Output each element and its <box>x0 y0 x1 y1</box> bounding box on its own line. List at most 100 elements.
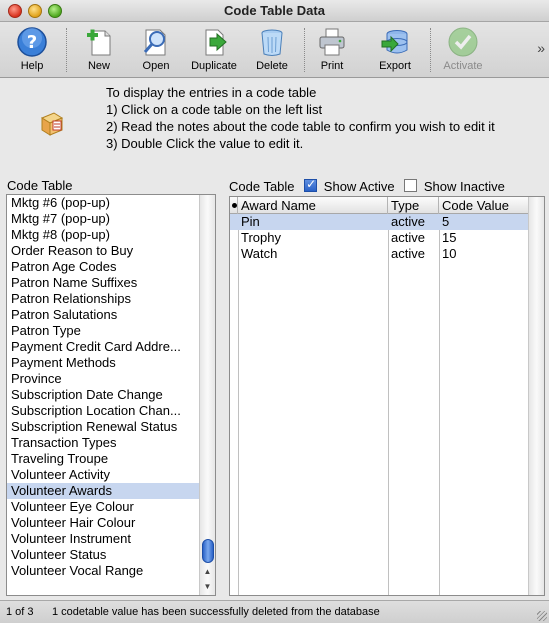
magnifier-icon <box>143 29 166 56</box>
code-table-label: Code Table <box>229 179 295 195</box>
status-message: 1 codetable value has been successfully … <box>52 606 380 618</box>
code-table-list[interactable]: Mktg #6 (pop-up) Mktg #7 (pop-up) Mktg #8 … <box>6 194 216 596</box>
scroll-up-arrow[interactable]: ▲ <box>200 565 215 579</box>
list-item[interactable]: Payment Credit Card Addre... <box>7 339 199 355</box>
list-item[interactable]: Order Reason to Buy <box>7 243 199 259</box>
open-button[interactable]: Open <box>126 24 186 76</box>
list-item[interactable]: Patron Type <box>7 323 199 339</box>
table-row[interactable]: Trophy active 15 <box>230 230 530 246</box>
code-table-list-title: Code Table <box>7 178 73 193</box>
page-indicator: 1 of 3 <box>6 606 34 618</box>
table-cell-name: Watch <box>241 246 278 261</box>
svg-text:?: ? <box>27 32 37 53</box>
new-button[interactable]: New <box>69 24 129 76</box>
activate-button[interactable]: Activate <box>433 24 493 76</box>
window-title: Code Table Data <box>224 3 325 18</box>
list-item[interactable]: Mktg #7 (pop-up) <box>7 211 199 227</box>
table-cell-value: 10 <box>442 246 457 261</box>
resize-grip-icon[interactable] <box>537 611 547 621</box>
table-cell-type: active <box>391 214 425 229</box>
code-table-scrollbar[interactable]: ▲ ▼ <box>199 195 215 595</box>
instruction-line: 1) Click on a code table on the left lis… <box>106 102 323 117</box>
column-header-code-value[interactable]: Code Value <box>439 197 530 214</box>
table-header: Award Name Type Code Value <box>230 197 530 214</box>
duplicate-icon <box>205 29 227 56</box>
table-cell-value: 15 <box>442 230 457 245</box>
list-item[interactable]: Province <box>7 371 199 387</box>
column-header-award-name[interactable]: Award Name <box>238 197 388 214</box>
list-item[interactable]: Volunteer Vocal Range <box>7 563 199 579</box>
table-row[interactable]: Watch active 10 <box>230 246 530 262</box>
sort-indicator-column[interactable] <box>230 197 238 214</box>
list-item[interactable]: Transaction Types <box>7 435 199 451</box>
list-item[interactable]: Subscription Renewal Status <box>7 419 199 435</box>
show-inactive-label[interactable]: Show Inactive <box>424 179 505 194</box>
list-item[interactable]: Payment Methods <box>7 355 199 371</box>
minimize-window-button[interactable] <box>28 4 42 18</box>
list-item[interactable]: Volunteer Instrument <box>7 531 199 547</box>
status-bar: 1 of 3 1 codetable value has been succes… <box>0 600 549 623</box>
show-inactive-checkbox[interactable] <box>404 179 418 193</box>
open-label: Open <box>142 60 170 72</box>
list-item[interactable]: Volunteer Eye Colour <box>7 499 199 515</box>
list-item[interactable]: Volunteer Awards <box>7 483 199 499</box>
export-button[interactable]: Export <box>365 24 425 76</box>
sort-dot-icon <box>232 203 237 208</box>
delete-button[interactable]: Delete <box>242 24 302 76</box>
table-cell-value: 5 <box>442 214 450 229</box>
instruction-line: 2) Read the notes about the code table t… <box>106 119 495 134</box>
code-values-table[interactable]: Award Name Type Code Value Pin active 5 Tro… <box>229 196 545 596</box>
column-header-type[interactable]: Type <box>388 197 439 214</box>
table-body: Pin active 5 Trophy active 15 Watch active 10 <box>230 214 530 595</box>
duplicate-button[interactable]: Duplicate <box>184 24 244 76</box>
print-label: Print <box>320 60 344 72</box>
export-icon <box>381 30 408 54</box>
list-item[interactable]: Patron Age Codes <box>7 259 199 275</box>
duplicate-label: Duplicate <box>191 60 237 72</box>
show-active-label[interactable]: Show Active <box>324 179 395 194</box>
activate-label: Activate <box>443 60 483 72</box>
title-bar: Code Table Data <box>0 0 549 22</box>
new-document-icon <box>87 29 111 56</box>
instruction-line: 3) Double Click the value to edit it. <box>106 136 304 151</box>
delete-label: Delete <box>256 60 288 72</box>
list-item[interactable]: Volunteer Hair Colour <box>7 515 199 531</box>
list-item[interactable]: Volunteer Status <box>7 547 199 563</box>
trash-icon <box>261 29 283 56</box>
table-cell-name: Pin <box>241 214 260 229</box>
list-item[interactable]: Patron Relationships <box>7 291 199 307</box>
code-table-items: Mktg #6 (pop-up) Mktg #7 (pop-up) Mktg #8 … <box>7 195 199 579</box>
list-item[interactable]: Patron Name Suffixes <box>7 275 199 291</box>
instruction-line: To display the entries in a code table <box>106 85 317 100</box>
code-table-info-icon <box>40 112 64 136</box>
table-scrollbar[interactable] <box>528 197 544 595</box>
toolbar-separator <box>66 28 67 72</box>
export-label: Export <box>379 60 411 72</box>
toolbar-overflow-icon[interactable]: » <box>537 40 545 56</box>
list-item[interactable]: Volunteer Activity <box>7 467 199 483</box>
close-window-button[interactable] <box>8 4 22 18</box>
list-item[interactable]: Traveling Troupe <box>7 451 199 467</box>
list-item[interactable]: Subscription Location Chan... <box>7 403 199 419</box>
help-label: Help <box>20 60 44 72</box>
show-active-checkbox[interactable] <box>304 177 318 193</box>
table-cell-name: Trophy <box>241 230 281 245</box>
table-cell-type: active <box>391 230 425 245</box>
toolbar-separator <box>430 28 431 72</box>
help-button[interactable]: ? Help <box>2 24 62 76</box>
checkmark-icon <box>448 27 478 57</box>
print-button[interactable]: Print <box>302 24 362 76</box>
help-icon: ? <box>17 27 47 57</box>
list-item[interactable]: Mktg #8 (pop-up) <box>7 227 199 243</box>
list-item[interactable]: Subscription Date Change <box>7 387 199 403</box>
zoom-window-button[interactable] <box>48 4 62 18</box>
new-label: New <box>87 60 110 72</box>
toolbar: ? Help New Open Duplicate Delete Print E… <box>0 22 549 78</box>
printer-icon <box>319 28 345 56</box>
list-item[interactable]: Patron Salutations <box>7 307 199 323</box>
table-row[interactable]: Pin active 5 <box>230 214 530 230</box>
list-item[interactable]: Mktg #6 (pop-up) <box>7 195 199 211</box>
scroll-thumb[interactable] <box>202 539 214 563</box>
table-cell-type: active <box>391 246 425 261</box>
scroll-down-arrow[interactable]: ▼ <box>200 580 215 594</box>
